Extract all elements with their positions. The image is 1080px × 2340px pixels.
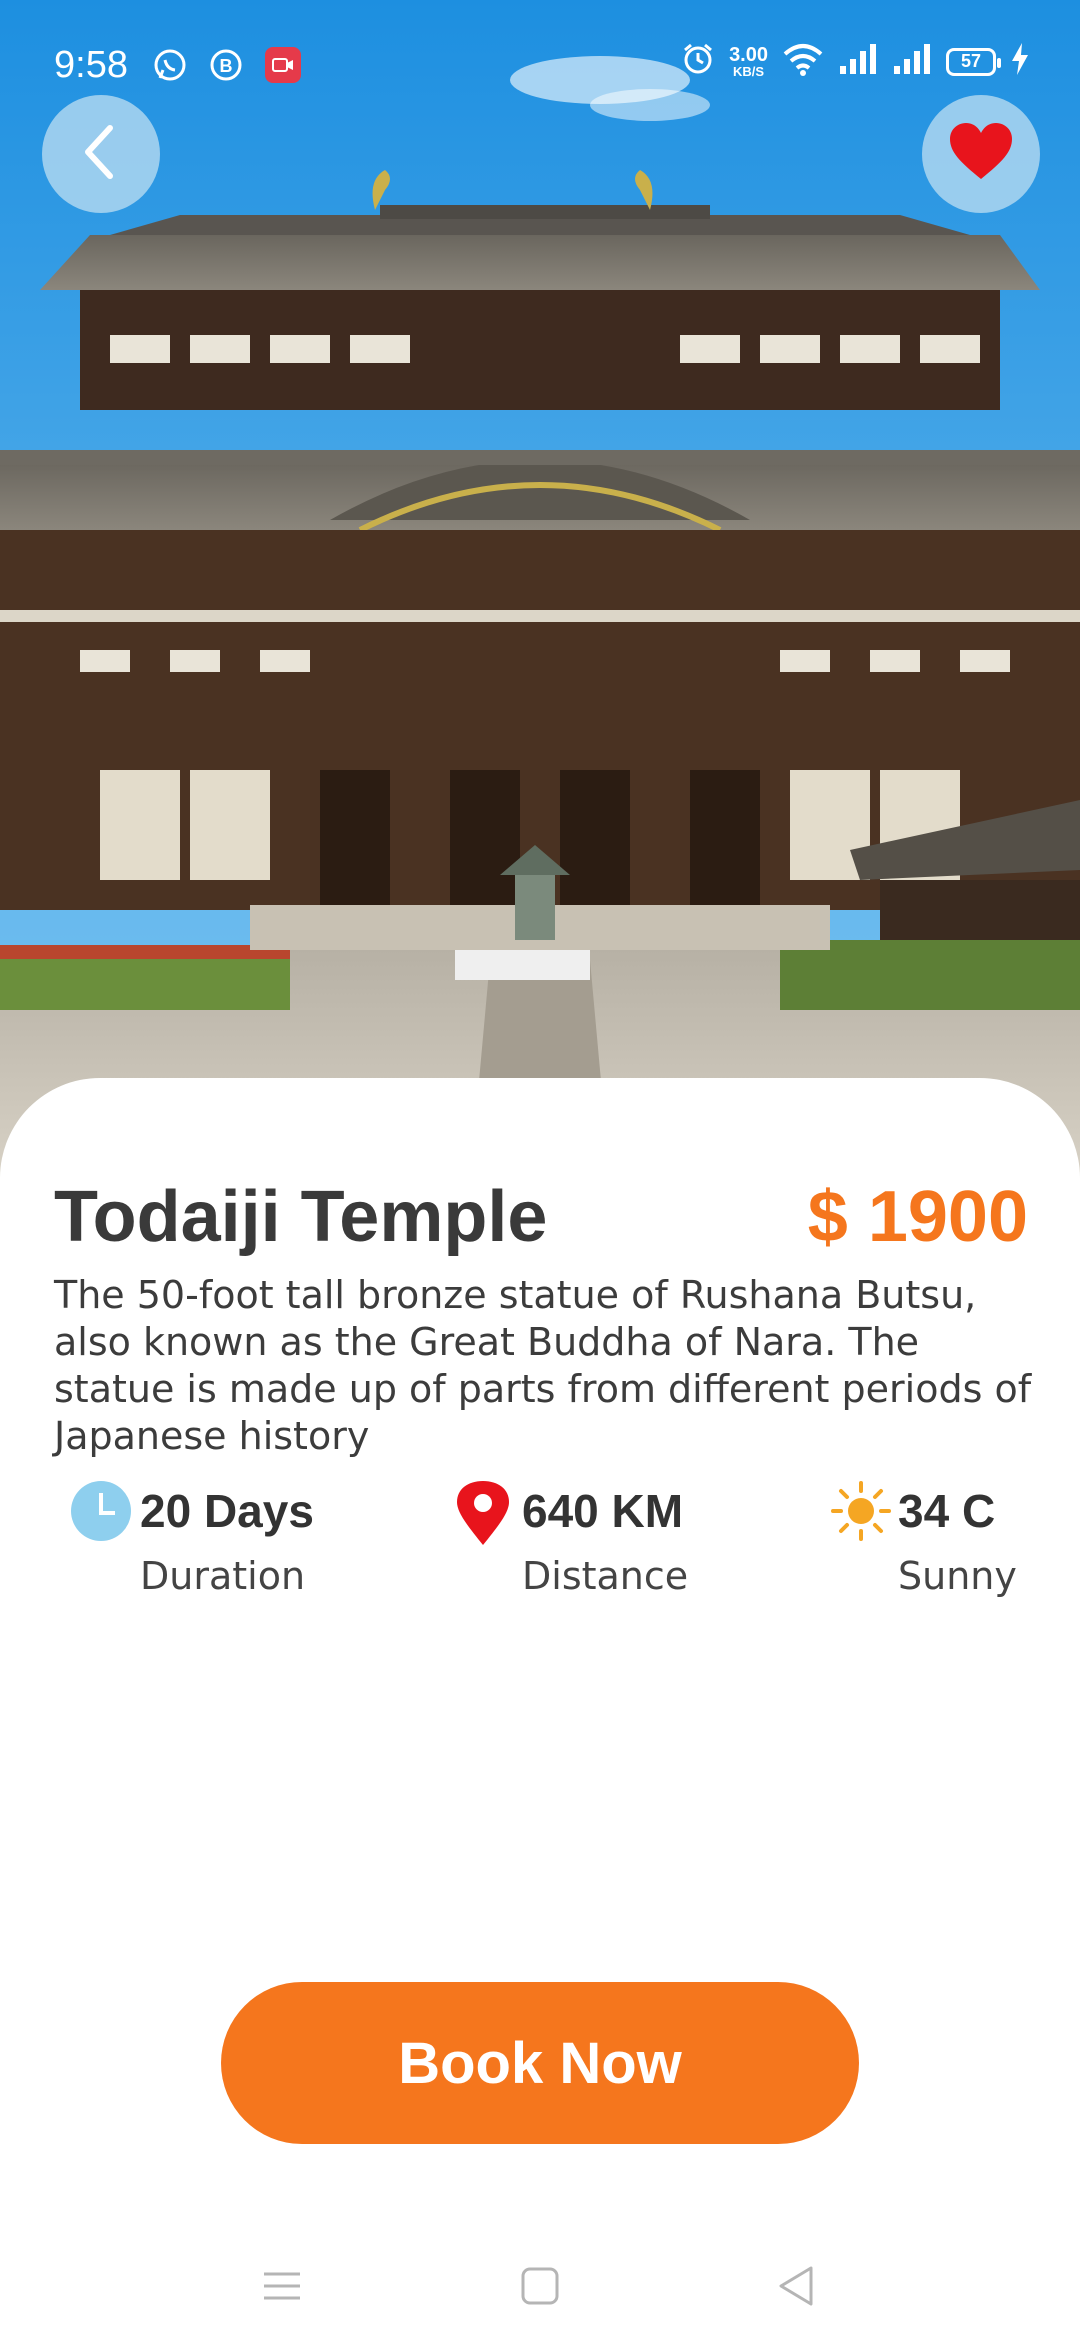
- status-bar: 9:58 B 3.00 KB/S 57: [0, 0, 1080, 130]
- place-price: $ 1900: [807, 1177, 1028, 1257]
- battery-icon: 57: [946, 47, 1001, 76]
- place-title: Todaiji Temple: [54, 1177, 548, 1257]
- weather-value: 34 C: [898, 1485, 996, 1537]
- b-notification-icon: B: [208, 47, 244, 88]
- home-square-icon[interactable]: [510, 2256, 570, 2316]
- chevron-left-icon: [76, 122, 126, 187]
- details-card: [0, 1078, 1080, 2340]
- svg-text:B: B: [220, 56, 233, 76]
- whatsapp-icon: [152, 47, 188, 88]
- screen-record-icon: [264, 46, 302, 89]
- weather-label: Sunny: [898, 1554, 1017, 1598]
- favorite-button[interactable]: [922, 95, 1040, 213]
- heart-icon: [948, 122, 1014, 187]
- duration-value: 20 Days: [140, 1485, 314, 1537]
- alarm-icon: [681, 42, 715, 81]
- distance-label: Distance: [522, 1554, 689, 1598]
- distance-value: 640 KM: [522, 1485, 684, 1537]
- wifi-icon: [782, 42, 824, 81]
- book-now-button[interactable]: Book Now: [221, 1982, 859, 2144]
- system-nav-bar: [0, 2230, 1080, 2340]
- signal-icon: [892, 42, 932, 81]
- network-speed: 3.00 KB/S: [729, 44, 768, 79]
- place-description: The 50-foot tall bronze statue of Rushan…: [54, 1273, 1032, 1458]
- charging-icon: [1010, 42, 1030, 81]
- back-button[interactable]: [42, 95, 160, 213]
- signal-icon: [838, 42, 878, 81]
- hero-image: [0, 0, 1080, 1180]
- clock-icon: [70, 1480, 132, 1547]
- duration-label: Duration: [140, 1554, 306, 1598]
- status-time: 9:58: [54, 44, 128, 86]
- sun-icon: [830, 1480, 892, 1547]
- location-pin-icon: [456, 1480, 510, 1551]
- menu-icon[interactable]: [252, 2256, 312, 2316]
- back-triangle-icon[interactable]: [766, 2256, 826, 2316]
